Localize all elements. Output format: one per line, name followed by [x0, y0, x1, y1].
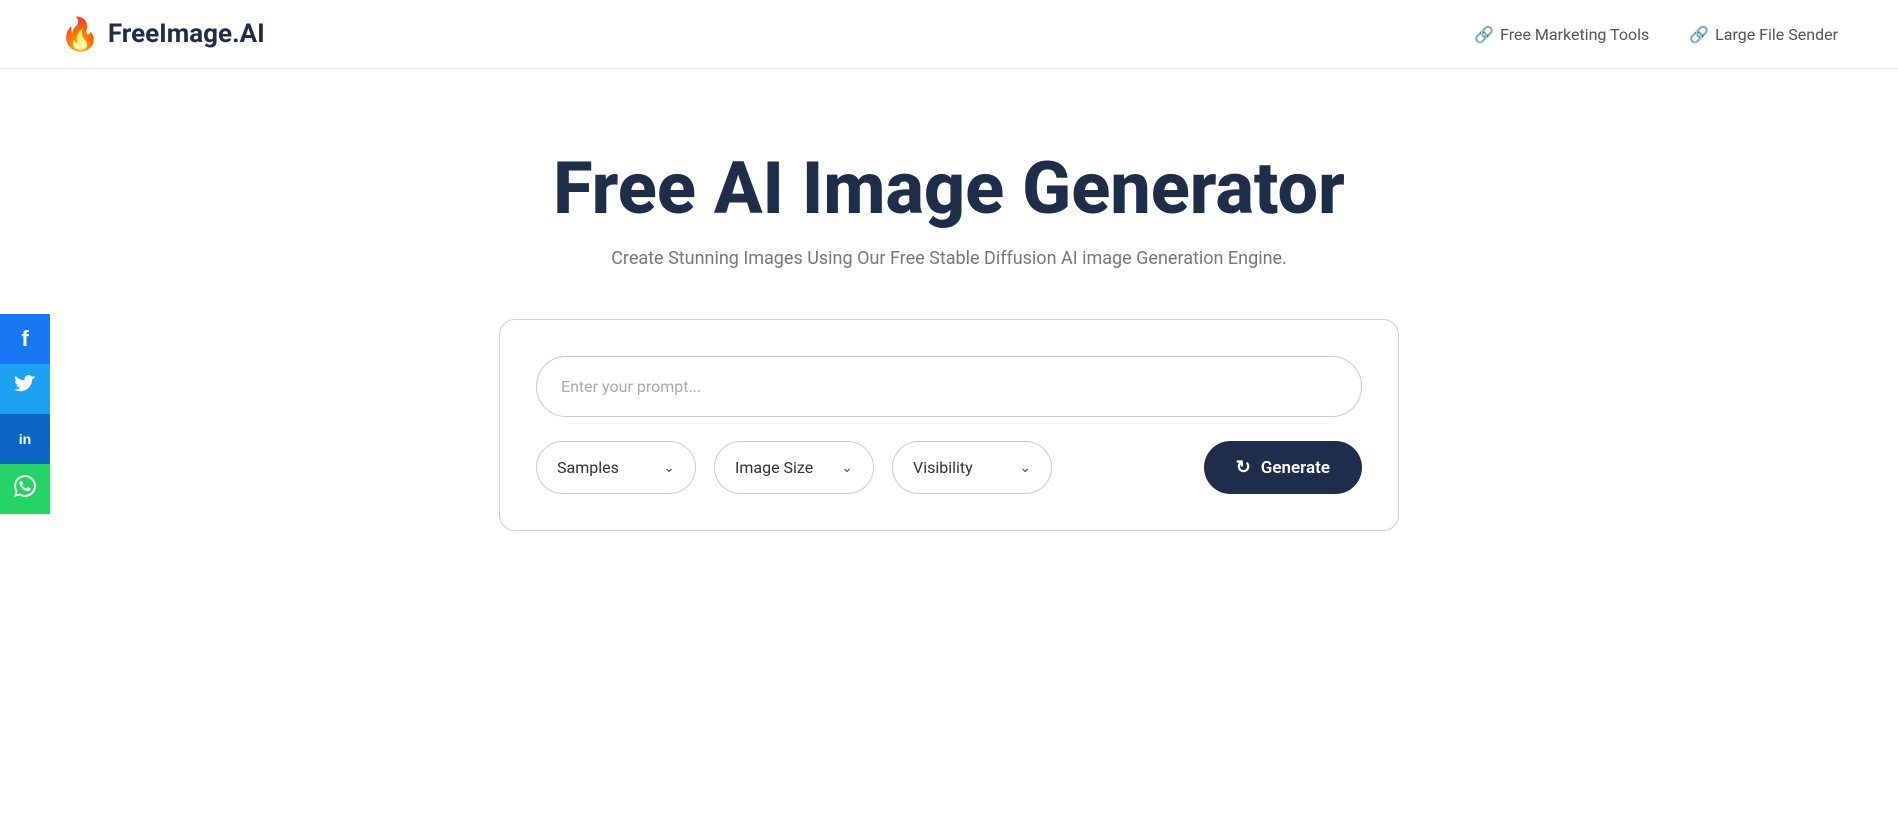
link-icon-1: 🔗 [1474, 25, 1494, 44]
page-title: Free AI Image Generator [553, 149, 1345, 228]
logo-text: FreeImage.AI [108, 19, 265, 49]
free-marketing-tools-link[interactable]: 🔗 Free Marketing Tools [1474, 25, 1649, 44]
linkedin-button[interactable]: in [0, 414, 50, 464]
prompt-input[interactable] [536, 356, 1362, 417]
page-subtitle: Create Stunning Images Using Our Free St… [611, 248, 1287, 269]
generate-icon: ↻ [1236, 457, 1251, 478]
image-size-chevron-icon: ⌄ [841, 460, 853, 476]
visibility-label: Visibility [913, 458, 1009, 477]
twitter-button[interactable] [0, 364, 50, 414]
samples-label: Samples [557, 458, 653, 477]
large-file-sender-link[interactable]: 🔗 Large File Sender [1689, 25, 1838, 44]
image-size-dropdown[interactable]: Image Size ⌄ [714, 441, 874, 494]
facebook-icon: f [21, 326, 28, 352]
facebook-button[interactable]: f [0, 314, 50, 364]
twitter-icon [14, 375, 36, 403]
link-icon-2: 🔗 [1689, 25, 1709, 44]
controls-row: Samples ⌄ Image Size ⌄ Visibility ⌄ ↻ Ge… [536, 441, 1362, 494]
whatsapp-button[interactable] [0, 464, 50, 514]
free-marketing-tools-label: Free Marketing Tools [1500, 25, 1649, 44]
visibility-chevron-icon: ⌄ [1019, 460, 1031, 476]
nav-links: 🔗 Free Marketing Tools 🔗 Large File Send… [1474, 25, 1838, 44]
visibility-dropdown[interactable]: Visibility ⌄ [892, 441, 1052, 494]
samples-dropdown[interactable]: Samples ⌄ [536, 441, 696, 494]
generate-button[interactable]: ↻ Generate [1204, 441, 1362, 494]
social-sidebar: f in [0, 314, 50, 514]
whatsapp-icon [14, 475, 36, 503]
logo[interactable]: 🔥 FreeImage.AI [60, 18, 265, 50]
logo-icon: 🔥 [60, 18, 100, 50]
generate-label: Generate [1261, 458, 1330, 478]
samples-chevron-icon: ⌄ [663, 460, 675, 476]
header: 🔥 FreeImage.AI 🔗 Free Marketing Tools 🔗 … [0, 0, 1898, 69]
image-size-label: Image Size [735, 458, 831, 477]
large-file-sender-label: Large File Sender [1715, 25, 1838, 44]
main-content: Free AI Image Generator Create Stunning … [0, 69, 1898, 531]
linkedin-icon: in [19, 431, 31, 447]
generator-card: Samples ⌄ Image Size ⌄ Visibility ⌄ ↻ Ge… [499, 319, 1399, 531]
